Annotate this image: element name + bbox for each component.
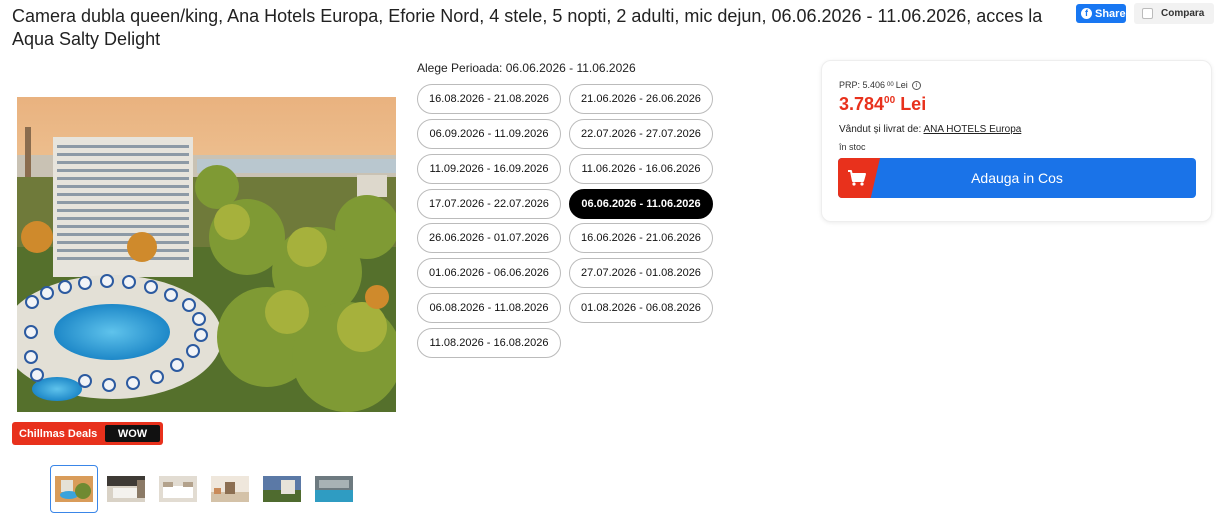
compare-button[interactable]: Compara (1134, 3, 1214, 24)
promo-badge: Chillmas Deals WOW (12, 422, 163, 445)
pool-thumbnail-icon (315, 476, 353, 502)
promo-tag: WOW (105, 425, 160, 442)
period-option-selected[interactable]: 06.06.2026 - 11.06.2026 (569, 189, 713, 219)
period-option[interactable]: 11.09.2026 - 16.09.2026 (417, 154, 561, 184)
period-option[interactable]: 11.06.2026 - 16.06.2026 (569, 154, 713, 184)
exterior-thumbnail-icon (263, 476, 301, 502)
thumbnail-6[interactable] (310, 465, 358, 513)
cart-icon-area (838, 158, 880, 198)
thumbnail-strip (50, 465, 362, 513)
thumbnail-2[interactable] (102, 465, 150, 513)
lounge-thumbnail-icon (211, 476, 249, 502)
price-currency: Lei (900, 94, 927, 114)
prp-currency: Lei (895, 80, 908, 90)
current-price: 3.78400 Lei (839, 94, 926, 115)
period-option[interactable]: 01.08.2026 - 06.08.2026 (569, 293, 713, 323)
add-to-cart-label: Adauga in Cos (971, 170, 1063, 186)
hotel-thumbnail-icon (55, 476, 93, 502)
period-option[interactable]: 22.07.2026 - 27.07.2026 (569, 119, 713, 149)
compare-label: Compara (1161, 8, 1205, 19)
product-title: Camera dubla queen/king, Ana Hotels Euro… (12, 6, 1043, 49)
period-option[interactable]: 16.06.2026 - 21.06.2026 (569, 223, 713, 253)
thumbnail-1[interactable] (50, 465, 98, 513)
bedroom-thumbnail-icon (107, 476, 145, 502)
compare-checkbox[interactable] (1142, 8, 1153, 19)
facebook-share-button[interactable]: f Share (1076, 4, 1126, 23)
add-to-cart-button[interactable]: Adauga in Cos (838, 158, 1196, 198)
period-option[interactable]: 16.08.2026 - 21.08.2026 (417, 84, 561, 114)
period-option[interactable]: 06.08.2026 - 11.08.2026 (417, 293, 561, 323)
period-label: Alege Perioada: 06.06.2026 - 11.06.2026 (417, 61, 636, 75)
info-icon[interactable]: i (911, 80, 921, 90)
price-card: PRP: 5.406 00 Lei i 3.78400 Lei Vândut și… (821, 60, 1212, 222)
facebook-icon: f (1081, 8, 1092, 19)
thumbnail-3[interactable] (154, 465, 202, 513)
cart-icon (848, 170, 866, 186)
thumbnail-4[interactable] (206, 465, 254, 513)
share-label: Share (1095, 7, 1126, 20)
main-product-image[interactable] (17, 97, 396, 412)
bedroom2-thumbnail-icon (159, 476, 197, 502)
seller-info: Vândut și livrat de: ANA HOTELS Europa (839, 124, 1021, 135)
prp-price: PRP: 5.406 00 Lei i (839, 80, 921, 90)
price-main: 3.784 (839, 94, 885, 114)
prp-decimals: 00 (887, 82, 894, 88)
price-decimals: 00 (884, 95, 896, 106)
period-option[interactable]: 26.06.2026 - 01.07.2026 (417, 223, 561, 253)
promo-label: Chillmas Deals (19, 427, 98, 440)
thumbnail-5[interactable] (258, 465, 306, 513)
prp-value: PRP: 5.406 (839, 80, 886, 90)
period-option[interactable]: 11.08.2026 - 16.08.2026 (417, 328, 561, 358)
period-option[interactable]: 21.06.2026 - 26.06.2026 (569, 84, 713, 114)
seller-label: Vândut și livrat de: (839, 124, 922, 135)
period-option[interactable]: 17.07.2026 - 22.07.2026 (417, 189, 561, 219)
stock-status: în stoc (839, 142, 866, 152)
period-option[interactable]: 27.07.2026 - 01.08.2026 (569, 258, 713, 288)
period-option[interactable]: 01.06.2026 - 06.06.2026 (417, 258, 561, 288)
period-option[interactable]: 06.09.2026 - 11.09.2026 (417, 119, 561, 149)
seller-link[interactable]: ANA HOTELS Europa (924, 124, 1022, 135)
